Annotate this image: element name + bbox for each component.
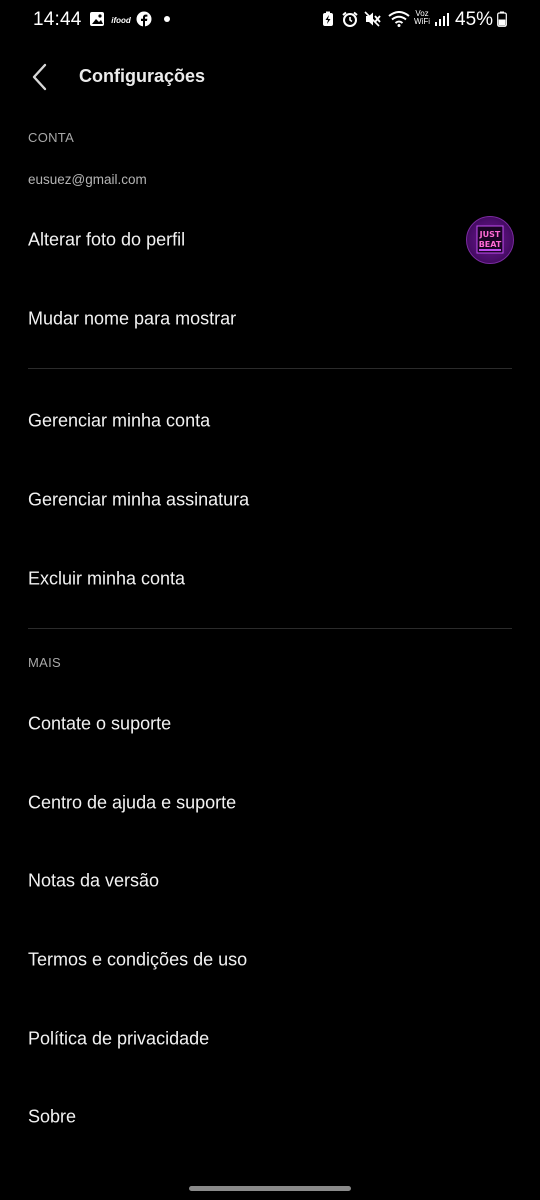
- change-profile-photo-item[interactable]: Alterar foto do perfil: [0, 210, 540, 270]
- about-item[interactable]: Sobre: [0, 1087, 540, 1147]
- battery-saver-icon: [321, 11, 335, 27]
- change-display-name-label: Mudar nome para mostrar: [28, 308, 237, 329]
- signal-strength-icon: [434, 11, 450, 27]
- divider: [28, 628, 512, 629]
- status-time: 14:44: [33, 9, 82, 30]
- delete-account-label: Excluir minha conta: [28, 568, 186, 589]
- section-header-account: CONTA: [28, 130, 75, 145]
- avatar[interactable]: JUST BEAT: [466, 216, 514, 264]
- gallery-notification-icon: [89, 11, 105, 27]
- avatar-image: JUST BEAT: [476, 225, 504, 254]
- privacy-policy-item[interactable]: Política de privacidade: [0, 1009, 540, 1069]
- status-bar: 14:44 ifood Voz WiFi 45%: [0, 0, 540, 40]
- about-label: Sobre: [28, 1106, 77, 1127]
- chevron-left-icon: [32, 63, 47, 91]
- vowifi-icon: Voz WiFi: [412, 10, 432, 26]
- account-email: eusuez@gmail.com: [28, 172, 147, 187]
- page-title: Configurações: [79, 66, 206, 86]
- change-display-name-item[interactable]: Mudar nome para mostrar: [0, 289, 540, 349]
- wifi-icon: [387, 11, 411, 27]
- more-notifications-dot-icon: [163, 11, 171, 27]
- manage-account-item[interactable]: Gerenciar minha conta: [0, 391, 540, 451]
- help-center-item[interactable]: Centro de ajuda e suporte: [0, 773, 540, 833]
- avatar-text-line1: JUST: [479, 230, 501, 239]
- mute-icon: [364, 11, 382, 27]
- delete-account-item[interactable]: Excluir minha conta: [0, 549, 540, 609]
- contact-support-label: Contate o suporte: [28, 713, 172, 734]
- wifi-label: WiFi: [414, 17, 430, 26]
- contact-support-item[interactable]: Contate o suporte: [0, 694, 540, 754]
- ifood-notification-icon: ifood: [111, 15, 131, 25]
- back-button[interactable]: [24, 60, 54, 94]
- manage-subscription-item[interactable]: Gerenciar minha assinatura: [0, 470, 540, 530]
- terms-of-use-item[interactable]: Termos e condições de uso: [0, 930, 540, 990]
- manage-subscription-label: Gerenciar minha assinatura: [28, 489, 250, 510]
- help-center-label: Centro de ajuda e suporte: [28, 792, 237, 813]
- change-profile-photo-label: Alterar foto do perfil: [28, 229, 186, 250]
- battery-percent: 45%: [455, 9, 494, 30]
- release-notes-item[interactable]: Notas da versão: [0, 851, 540, 911]
- terms-of-use-label: Termos e condições de uso: [28, 949, 248, 970]
- home-indicator[interactable]: [189, 1186, 351, 1191]
- alarm-icon: [341, 11, 359, 27]
- battery-icon: [497, 11, 507, 27]
- avatar-text-line2: BEAT: [479, 240, 502, 249]
- section-header-more: MAIS: [28, 655, 61, 670]
- release-notes-label: Notas da versão: [28, 870, 160, 891]
- privacy-policy-label: Política de privacidade: [28, 1028, 210, 1049]
- manage-account-label: Gerenciar minha conta: [28, 410, 211, 431]
- facebook-notification-icon: [136, 11, 152, 27]
- app-header: Configurações: [0, 52, 540, 102]
- divider: [28, 368, 512, 369]
